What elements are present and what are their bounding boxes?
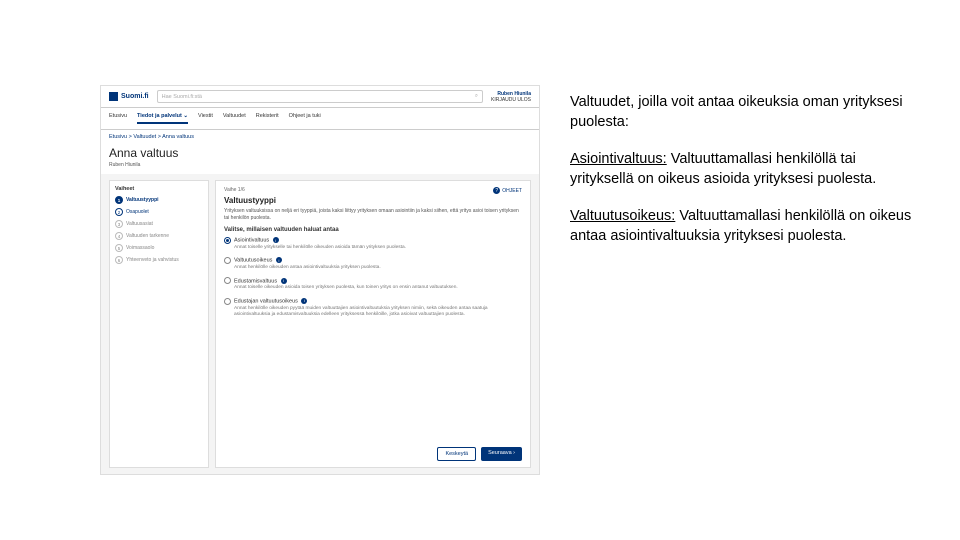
info-icon[interactable]: i (273, 237, 279, 243)
page-subtitle: Ruben Hiunila (109, 162, 531, 168)
navbar: Etusivu Tiedot ja palvelut ⌄ Viestit Val… (101, 108, 539, 130)
step-3: 3 Valtuusasiat (115, 220, 203, 228)
stepper-title: Vaiheet (115, 186, 203, 192)
help-icon: ? (493, 187, 500, 194)
user-block: Ruben Hiunila KIRJAUDU ULOS (491, 91, 531, 103)
topbar: Suomi.fi Hae Suomi.fi:stä ⌕ Ruben Hiunil… (101, 86, 539, 108)
page-title: Anna valtuus (109, 146, 531, 160)
label: Asiointivaltuus: (570, 151, 667, 167)
step-label: Yhteenveto ja vahvistus (126, 257, 179, 263)
option-label: Valtuutusoikeus i (234, 257, 282, 264)
option-label: Edustajan valtuutusoikeus i (234, 298, 307, 305)
nav-tiedot[interactable]: Tiedot ja palvelut ⌄ (137, 113, 188, 124)
nav-etusivu[interactable]: Etusivu (109, 113, 127, 124)
explanation-text: Valtuudet, joilla voit antaa oikeuksia o… (570, 85, 920, 540)
panel-title: Valtuustyyppi (224, 196, 522, 205)
radio-icon[interactable] (224, 257, 231, 264)
option-asiointivaltuus[interactable]: Asiointivaltuus i Annat toiselle yrityks… (224, 237, 522, 251)
radio-icon[interactable] (224, 237, 231, 244)
breadcrumb: Etusivu > Valtuudet > Anna valtuus (101, 130, 539, 144)
panel-top: Vaihe 1/6 ? OHJEET (224, 187, 522, 194)
panel-subtitle: Valitse, millaisen valtuuden haluat anta… (224, 227, 522, 233)
option-desc: Annat toiselle yritykselle tai henkilöll… (234, 245, 522, 251)
option-valtuutusoikeus[interactable]: Valtuutusoikeus i Annat henkilölle oikeu… (224, 257, 522, 271)
crumb-3: Anna valtuus (162, 134, 194, 140)
option-label: Edustamisvaltuus i (234, 278, 287, 285)
stepper: Vaiheet 1 Valtuustyyppi 2 Osapuolet 3 Va… (109, 180, 209, 468)
info-icon[interactable]: i (281, 278, 287, 284)
text-valtuutusoikeus: Valtuutusoikeus: Valtuuttamallasi henkil… (570, 207, 920, 246)
logo[interactable]: Suomi.fi (109, 92, 149, 101)
option-desc: Annat toiselle oikeuden asioida toisen y… (234, 285, 522, 291)
logo-icon (109, 92, 118, 101)
chevron-down-icon: ⌄ (183, 113, 188, 119)
suomifi-screenshot: Suomi.fi Hae Suomi.fi:stä ⌕ Ruben Hiunil… (100, 85, 540, 475)
search-placeholder: Hae Suomi.fi:stä (162, 94, 202, 100)
logout-link[interactable]: KIRJAUDU ULOS (491, 97, 531, 103)
radio-icon[interactable] (224, 277, 231, 284)
logo-text: Suomi.fi (121, 93, 149, 100)
step-6: 6 Yhteenveto ja vahvistus (115, 256, 203, 264)
info-icon[interactable]: i (276, 257, 282, 263)
step-label: Valtuustyyppi (126, 197, 159, 203)
step-label: Voimassaolo (126, 245, 154, 251)
search-icon[interactable]: ⌕ (475, 93, 478, 100)
option-desc: Annat henkilölle oikeuden antaa asiointi… (234, 265, 522, 271)
option-desc: Annat henkilölle oikeuden pyytää muiden … (234, 306, 522, 318)
step-4: 4 Valtuuden tarkenne (115, 232, 203, 240)
panel-intro: Yrityksen valtuuksissa on neljä eri tyyp… (224, 208, 522, 221)
nav-valtuudet[interactable]: Valtuudet (223, 113, 246, 124)
page-header: Anna valtuus Ruben Hiunila (101, 144, 539, 174)
crumb-2[interactable]: Valtuudet (133, 134, 156, 140)
step-1[interactable]: 1 Valtuustyyppi (115, 196, 203, 204)
content-area: Vaiheet 1 Valtuustyyppi 2 Osapuolet 3 Va… (101, 174, 539, 474)
step-label: Valtuuden tarkenne (126, 233, 169, 239)
help-link[interactable]: ? OHJEET (493, 187, 522, 194)
radio-icon[interactable] (224, 298, 231, 305)
text-intro: Valtuudet, joilla voit antaa oikeuksia o… (570, 93, 920, 132)
label: Valtuutusoikeus: (570, 208, 675, 224)
panel-step-indicator: Vaihe 1/6 (224, 187, 245, 194)
option-label: Asiointivaltuus i (234, 237, 279, 244)
text-asiointivaltuus: Asiointivaltuus: Valtuuttamallasi henkil… (570, 150, 920, 189)
arrow-right-icon: › (513, 450, 515, 456)
step-2[interactable]: 2 Osapuolet (115, 208, 203, 216)
cancel-button[interactable]: Keskeytä (437, 447, 476, 461)
crumb-1[interactable]: Etusivu (109, 134, 127, 140)
step-5: 5 Voimassaolo (115, 244, 203, 252)
nav-viestit[interactable]: Viestit (198, 113, 213, 124)
nav-ohjeet[interactable]: Ohjeet ja tuki (289, 113, 321, 124)
option-edustamisvaltuus[interactable]: Edustamisvaltuus i Annat toiselle oikeud… (224, 277, 522, 291)
search-input[interactable]: Hae Suomi.fi:stä ⌕ (157, 90, 483, 103)
option-edustajan-valtuutusoikeus[interactable]: Edustajan valtuutusoikeus i Annat henkil… (224, 298, 522, 318)
info-icon[interactable]: i (301, 298, 307, 304)
step-label: Osapuolet (126, 209, 149, 215)
main-panel: Vaihe 1/6 ? OHJEET Valtuustyyppi Yrityks… (215, 180, 531, 468)
user-name: Ruben Hiunila (491, 91, 531, 97)
step-label: Valtuusasiat (126, 221, 153, 227)
next-button[interactable]: Seuraava › (481, 447, 522, 461)
nav-rekisterit[interactable]: Rekisterit (256, 113, 279, 124)
panel-actions: Keskeytä Seuraava › (224, 441, 522, 461)
